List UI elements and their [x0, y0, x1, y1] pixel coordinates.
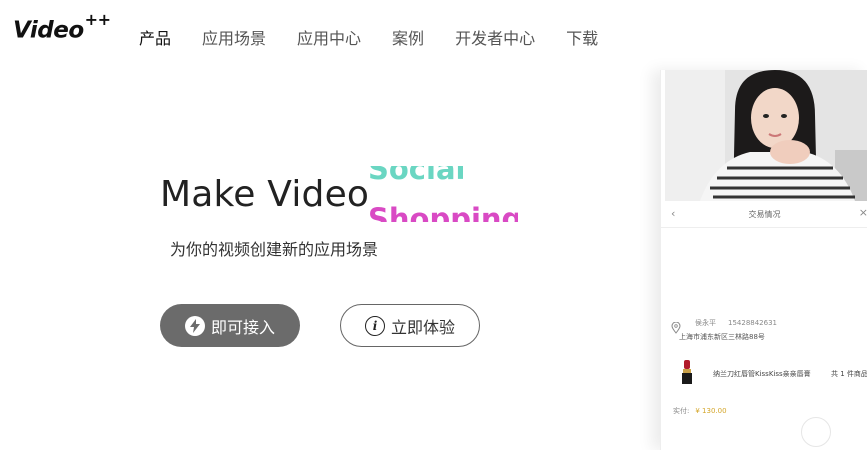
recipient-phone: 15428842631	[728, 319, 777, 327]
order-header: ‹ 交易情况 ×	[661, 201, 867, 228]
close-icon[interactable]: ×	[859, 206, 867, 219]
nav-item-app-center[interactable]: 应用中心	[297, 25, 361, 49]
brand-sup: ++	[84, 10, 111, 29]
payment-price: ¥ 130.00	[695, 407, 727, 415]
order-title: 交易情况	[748, 210, 781, 219]
info-icon: i	[364, 315, 385, 336]
rotating-word-social: Social	[368, 166, 466, 186]
rotating-word-shopping: Shopping	[368, 202, 518, 222]
product-count: 共 1 件商品	[831, 370, 867, 378]
live-video-thumbnail	[665, 70, 867, 201]
nav-item-products[interactable]: 产品	[139, 25, 171, 49]
integrate-button-label: 即可接入	[210, 317, 275, 337]
try-now-button[interactable]: i 立即体验	[340, 304, 480, 347]
floating-circle-button[interactable]	[801, 417, 831, 447]
lipstick-thumbnail	[679, 360, 697, 384]
hero-subtitle: 为你的视频创建新的应用场景	[170, 240, 379, 259]
nav-item-download[interactable]: 下载	[566, 25, 598, 49]
payment-label: 实付:	[673, 407, 690, 415]
lightning-icon	[184, 315, 205, 336]
brand-name: Video	[13, 17, 84, 44]
hero-title: Make Video	[160, 174, 370, 215]
rotating-words: Social Shopping	[368, 166, 518, 222]
integrate-button[interactable]: 即可接入	[160, 304, 300, 347]
phone-preview: ‹ 交易情况 × 侯永平 15428842631 上海市浦东新区三林路88号 纳兰…	[660, 70, 867, 450]
try-now-button-label: 立即体验	[390, 317, 455, 337]
main-nav: 产品 应用场景 应用中心 案例 开发者中心 下载	[139, 25, 629, 49]
recipient-name: 侯永平	[695, 319, 716, 327]
product-name: 纳兰刀红唇管KissKiss亲亲唇膏	[713, 370, 811, 378]
nav-item-scenarios[interactable]: 应用场景	[202, 25, 266, 49]
nav-item-developer-center[interactable]: 开发者中心	[455, 25, 535, 49]
nav-item-cases[interactable]: 案例	[392, 25, 424, 49]
brand-logo[interactable]: Video++	[13, 10, 111, 44]
address-detail: 上海市浦东新区三林路88号	[679, 333, 765, 341]
payment-row: 实付: ¥ 130.00	[673, 406, 727, 416]
